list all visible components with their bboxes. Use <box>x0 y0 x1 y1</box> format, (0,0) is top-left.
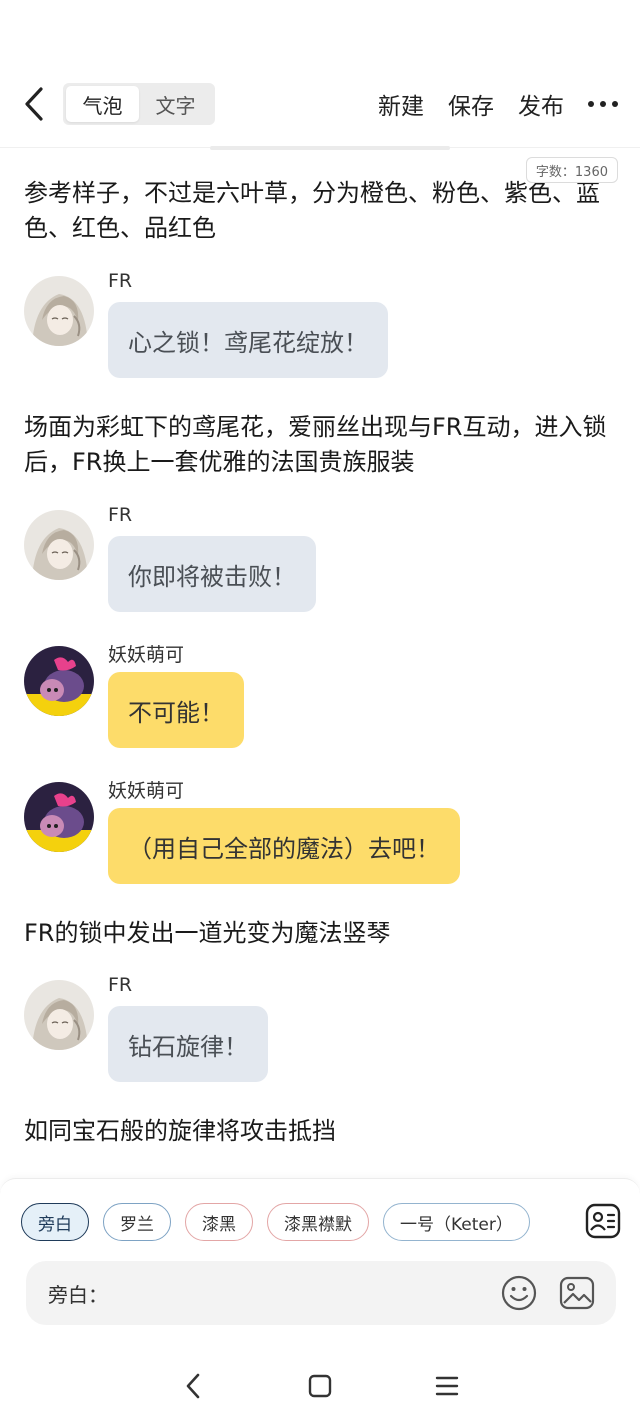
avatar-fr[interactable] <box>24 276 94 346</box>
avatar-fr-image <box>24 510 94 580</box>
nav-menu-icon <box>435 1376 458 1395</box>
chevron-left-icon <box>25 87 43 121</box>
role-chip-roland[interactable]: 罗兰 <box>103 1203 171 1241</box>
message-input[interactable] <box>112 1281 500 1305</box>
nav-home-icon <box>308 1374 332 1397</box>
word-count-badge: 字数：1360 <box>525 157 618 183</box>
chat-bubble[interactable]: 钻石旋律！ <box>108 1006 268 1082</box>
chat-bubble[interactable]: 心之锁！鸢尾花绽放！ <box>108 302 388 378</box>
mode-switch: 气泡 文字 <box>63 83 215 125</box>
system-nav-bar <box>0 1348 640 1423</box>
message-input-row: 旁白： <box>26 1261 616 1325</box>
sender-name: FR <box>108 504 133 526</box>
save-button[interactable]: 保存 <box>448 87 494 121</box>
avatar-yaoyao[interactable] <box>24 646 94 716</box>
chat-bubble[interactable]: 不可能！ <box>108 672 244 748</box>
avatar-yaoyao-image <box>24 782 94 852</box>
narration-text: FR的锁中发出一道光变为魔法竖琴 <box>24 919 391 947</box>
avatar-yaoyao[interactable] <box>24 782 94 852</box>
avatar-fr-image <box>24 276 94 346</box>
sender-name: 妖妖萌可 <box>108 644 185 666</box>
sender-name: FR <box>108 270 133 292</box>
emoji-icon[interactable] <box>500 1274 538 1312</box>
avatar-fr[interactable] <box>24 980 94 1050</box>
narration-text: 如同宝石般的旋律将攻击抵挡 <box>24 1117 336 1145</box>
new-button[interactable]: 新建 <box>378 87 424 121</box>
role-chip-narrator[interactable]: 旁白 <box>21 1203 89 1241</box>
publish-button[interactable]: 发布 <box>518 87 564 121</box>
editor-header: 气泡 文字 新建 保存 发布 <box>0 0 640 150</box>
header-actions: 新建 保存 发布 <box>378 82 618 126</box>
nav-back-button[interactable] <box>173 1366 213 1406</box>
role-chip-keter[interactable]: 一号（Keter） <box>383 1203 530 1241</box>
nav-home-button[interactable] <box>300 1366 340 1406</box>
role-chip-qihei-jinmo[interactable]: 漆黑襟默 <box>267 1203 369 1241</box>
tab-bubble[interactable]: 气泡 <box>66 86 139 122</box>
role-chip-qihei[interactable]: 漆黑 <box>185 1203 253 1241</box>
story-content[interactable]: 参考样子，不过是六叶草，分为橙色、粉色、紫色、蓝色、红色、品红色 FR 心之锁！… <box>0 150 640 1180</box>
back-button[interactable] <box>14 82 54 126</box>
input-role-label: 旁白： <box>48 1282 108 1307</box>
image-icon[interactable] <box>558 1274 596 1312</box>
sender-name: FR <box>108 974 133 996</box>
avatar-fr[interactable] <box>24 510 94 580</box>
sender-name: 妖妖萌可 <box>108 780 185 802</box>
narration-text: 场面为彩虹下的鸢尾花，爱丽丝出现与FR互动，进入锁后，FR换上一套优雅的法国贵族… <box>24 413 607 476</box>
role-manage-icon[interactable] <box>585 1203 621 1239</box>
composer-panel: 旁白 罗兰 漆黑 漆黑襟默 一号（Keter） 旁白： <box>0 1178 640 1348</box>
tab-text[interactable]: 文字 <box>139 86 212 122</box>
nav-back-icon <box>187 1373 200 1398</box>
more-icon[interactable] <box>588 94 618 114</box>
narration-text: 参考样子，不过是六叶草，分为橙色、粉色、紫色、蓝色、红色、品红色 <box>24 179 600 242</box>
role-selector: 旁白 罗兰 漆黑 漆黑襟默 一号（Keter） <box>21 1203 530 1241</box>
avatar-yaoyao-image <box>24 646 94 716</box>
avatar-fr-image <box>24 980 94 1050</box>
nav-menu-button[interactable] <box>427 1366 467 1406</box>
chat-bubble[interactable]: （用自己全部的魔法）去吧！ <box>108 808 460 884</box>
chat-bubble[interactable]: 你即将被击败！ <box>108 536 316 612</box>
